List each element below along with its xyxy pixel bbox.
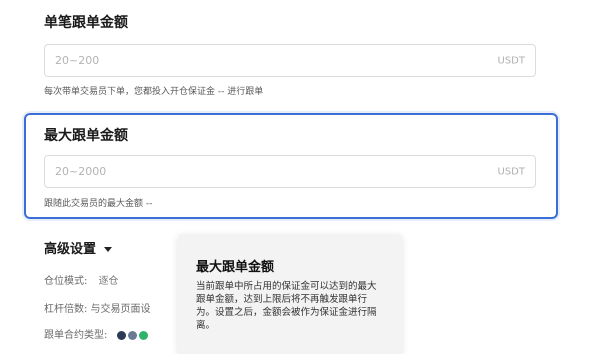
single-amount-input[interactable] <box>55 45 398 76</box>
max-amount-unit: USDT <box>497 166 525 177</box>
coin-icon <box>138 330 148 340</box>
advanced-settings-label: 高级设置 <box>44 242 97 257</box>
max-amount-field[interactable]: USDT <box>44 155 536 188</box>
max-amount-tooltip: 最大跟单金额 当前跟单中所占用的保证金可以达到的最大跟单金额，达到上限后将不再触… <box>178 234 402 354</box>
tooltip-body: 当前跟单中所占用的保证金可以达到的最大跟单金额，达到上限后将不再触发跟单行为。设… <box>196 281 377 331</box>
coin-icon <box>127 330 137 340</box>
single-amount-title: 单笔跟单金额 <box>44 15 128 31</box>
position-mode-value: 逐仓 <box>98 276 119 287</box>
max-amount-input[interactable] <box>55 156 398 187</box>
max-amount-hint: 跟随此交易员的最大金额 -- <box>44 199 153 209</box>
max-amount-title: 最大跟单金额 <box>44 128 128 144</box>
position-mode-row: 仓位模式: 逐仓 <box>44 272 119 287</box>
tooltip-title: 最大跟单金额 <box>196 260 275 275</box>
position-mode-label: 仓位模式: <box>44 276 88 287</box>
advanced-settings-toggle[interactable]: 高级设置 <box>44 238 113 257</box>
contract-type-label: 跟单合约类型: <box>44 330 108 341</box>
coin-icon <box>116 330 126 340</box>
single-amount-hint: 每次带单交易员下单，您都投入开仓保证金 -- 进行跟单 <box>44 87 264 97</box>
contract-type-row: 跟单合约类型: <box>44 326 148 341</box>
caret-down-icon <box>104 247 113 252</box>
single-amount-unit: USDT <box>497 55 525 66</box>
single-amount-field[interactable]: USDT <box>44 44 536 77</box>
leverage-row: 杠杆倍数: 与交易页面设 <box>44 304 151 315</box>
